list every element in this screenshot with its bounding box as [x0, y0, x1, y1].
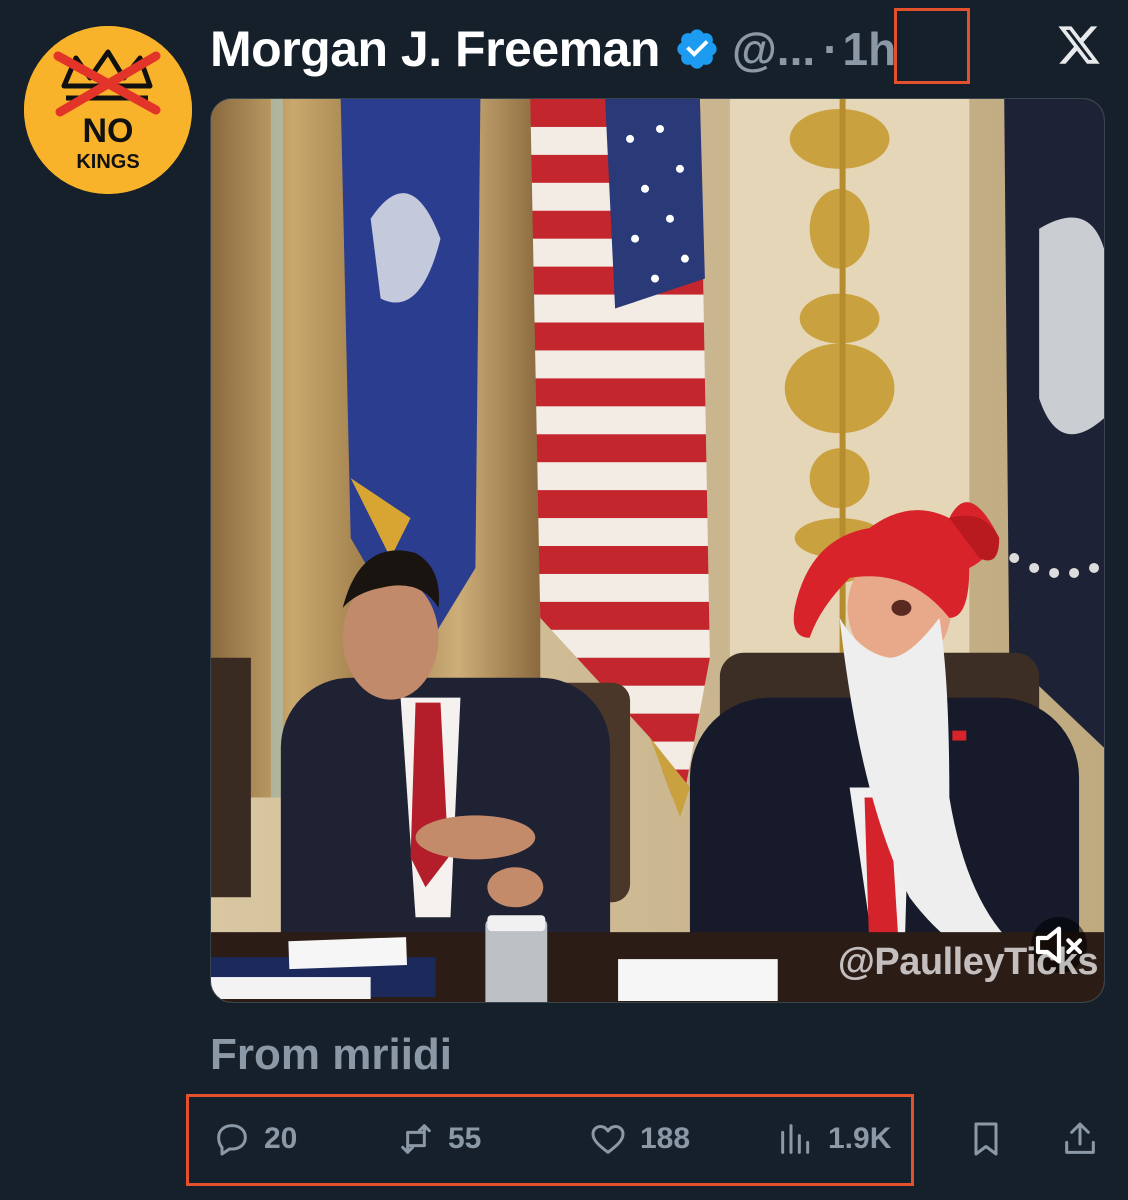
video-media[interactable]: @PaulleyTicks: [210, 98, 1105, 1003]
repost-count: 55: [448, 1122, 482, 1155]
like-count: 188: [640, 1122, 691, 1155]
views-chart-icon: [781, 1124, 810, 1154]
repost-icon: [401, 1124, 431, 1154]
avatar[interactable]: NO KINGS: [24, 26, 192, 194]
avatar-text-no: NO: [83, 112, 134, 150]
share-icon: [1065, 1122, 1095, 1154]
bookmark-button[interactable]: [966, 1116, 1006, 1162]
separator-dot: ·: [823, 23, 839, 75]
view-count: 1.9K: [828, 1122, 892, 1155]
timestamp-highlight-box: [894, 8, 970, 84]
no-kings-logo: NO KINGS: [24, 26, 192, 194]
source-label[interactable]: From mriidi: [210, 1030, 452, 1080]
x-logo-icon[interactable]: [1056, 22, 1102, 68]
heart-icon: [591, 1125, 625, 1154]
tweet-header: Morgan J. Freeman @... · 1h: [210, 14, 898, 84]
video-watermark: @PaulleyTicks: [837, 941, 1099, 983]
views-button[interactable]: 1.9K: [776, 1116, 891, 1162]
reply-count: 20: [264, 1122, 298, 1155]
share-button[interactable]: [1060, 1116, 1100, 1162]
reply-icon: [217, 1124, 247, 1156]
like-button[interactable]: 188: [588, 1116, 690, 1162]
timestamp[interactable]: 1h: [840, 20, 898, 78]
reply-button[interactable]: 20: [212, 1116, 297, 1162]
user-handle[interactable]: @...: [732, 22, 815, 76]
avatar-text-kings: KINGS: [76, 151, 139, 173]
bookmark-icon: [974, 1122, 998, 1156]
verified-badge-icon[interactable]: [674, 26, 720, 72]
tweet: NO KINGS Morgan J. Freeman @... · 1h @Pa…: [0, 0, 1128, 1200]
video-frame: [211, 99, 1104, 1002]
repost-button[interactable]: 55: [396, 1116, 481, 1162]
display-name[interactable]: Morgan J. Freeman: [210, 20, 660, 78]
